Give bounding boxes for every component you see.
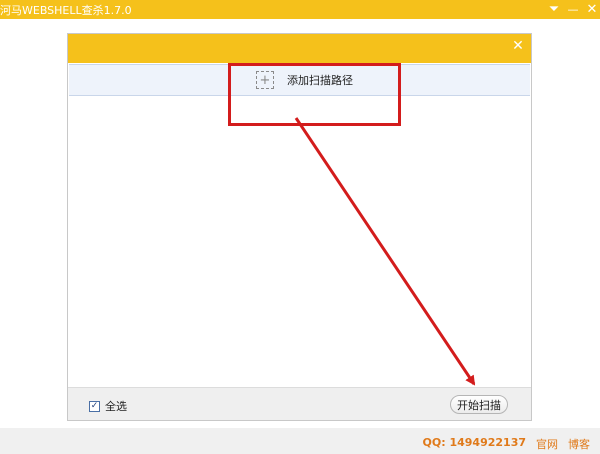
annotation-highlight-box [228, 63, 401, 126]
start-scan-button[interactable]: 开始扫描 [450, 395, 508, 414]
status-bar: QQ: 1494922137 官网 博客 [0, 428, 600, 454]
dialog-header: ✕ [68, 34, 531, 63]
scan-path-list [69, 97, 530, 384]
checkbox-checked-icon[interactable]: ✓ [89, 400, 100, 412]
status-links: QQ: 1494922137 官网 博客 [423, 436, 590, 452]
app-title: 河马WEBSHELL查杀1.7.0 [0, 4, 132, 17]
menu-down-icon[interactable]: ⏷ [545, 0, 563, 19]
select-all-checkbox[interactable]: ✓ 全选 [89, 398, 127, 414]
qq-contact: QQ: 1494922137 [422, 436, 526, 449]
app-titlebar: 河马WEBSHELL查杀1.7.0 ⏷ — ✕ [0, 0, 600, 19]
minimize-icon[interactable]: — [564, 0, 582, 19]
close-icon[interactable]: ✕ [583, 0, 600, 19]
dialog-footer: ✓ 全选 开始扫描 [68, 387, 531, 420]
website-link[interactable]: 官网 [536, 436, 558, 452]
select-all-label: 全选 [105, 400, 127, 413]
blog-link[interactable]: 博客 [568, 436, 590, 452]
dialog-close-icon[interactable]: ✕ [511, 39, 525, 53]
